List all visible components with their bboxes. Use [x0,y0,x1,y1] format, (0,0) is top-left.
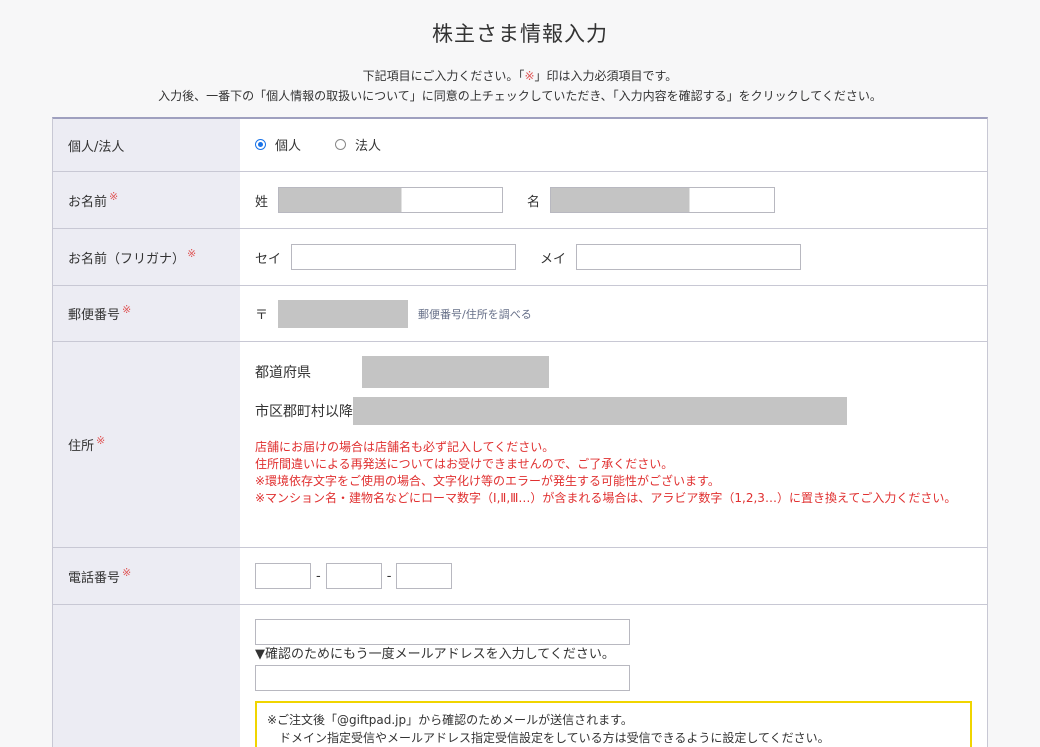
row-phone: 電話番号 ※ - - [53,548,987,605]
email-notice-line-2: ドメイン指定受信やメールアドレス指定受信設定をしている方は受信できるように設定し… [267,731,830,745]
label-address: 住所 ※ [53,342,240,547]
page-title: 株主さま情報入力 [432,22,608,46]
last-name-label: 姓 [255,194,269,210]
required-mark: ※ [524,69,535,83]
phone-input-2[interactable] [325,563,382,589]
city-input[interactable] [353,397,847,425]
required-mark: ※ [122,565,132,579]
address-notice-4: ※マンション名・建物名などにローマ数字（Ⅰ,Ⅱ,Ⅲ…）が含まれる場合は、アラビア… [255,491,957,505]
kana-first-label: メイ [540,251,567,267]
cell-kana: セイ メイ [240,229,987,285]
cell-phone: - - [240,548,987,604]
kana-last-input[interactable] [291,244,517,270]
phone-separator: - [316,568,321,584]
row-name: お名前 ※ 姓 名 [53,172,987,229]
kana-last-label: セイ [255,251,282,267]
email-notice-line-1: ※ご注文後「@giftpad.jp」から確認のためメールが送信されます。 [267,713,633,727]
postal-lookup-link[interactable]: 郵便番号/住所を調べる [418,306,532,322]
cell-type: 個人 法人 [240,119,987,171]
email-input[interactable] [255,619,630,645]
address-notice-3: ※環境依存文字をご使用の場合、文字化け等のエラーが発生する可能性がございます。 [255,474,720,488]
required-mark: ※ [187,246,197,260]
pref-label: 都道府県 [255,365,311,381]
pref-select[interactable] [362,356,549,388]
city-label: 市区郡町村以降 [255,404,353,420]
email-confirm-hint: ▼確認のためにもう一度メールアドレスを入力してください。 [255,647,615,662]
address-notice-2: 住所間違いによる再発送についてはお受けできませんので、ご了承ください。 [255,457,674,471]
required-mark: ※ [96,434,106,447]
address-notice-1: 店舗にお届けの場合は店舗名も必ず記入してください。 [255,440,555,454]
intro-text: 下記項目にご入力ください。「※」印は入力必須項目です。 入力後、一番下の「個人情… [0,66,1040,106]
kana-first-input[interactable] [576,244,802,270]
cell-postal: 〒 郵便番号/住所を調べる [240,286,987,341]
intro-line-1: 下記項目にご入力ください。「※」印は入力必須項目です。 [362,69,678,83]
radio-corporation-dot[interactable] [335,139,347,150]
pref-line: 都道府県 [255,356,987,388]
postal-input[interactable] [278,299,409,328]
city-line: 市区郡町村以降 [255,395,987,427]
first-name-input[interactable] [550,187,776,213]
row-kana: お名前（フリガナ） ※ セイ メイ [53,229,987,286]
label-name: お名前 ※ [53,172,240,228]
address-notices: 店舗にお届けの場合は店舗名も必ず記入してください。 住所間違いによる再発送につい… [255,439,975,507]
required-mark: ※ [109,189,119,203]
required-mark: ※ [122,303,132,316]
radio-corporation[interactable]: 法人 [335,135,381,154]
postal-prefix: 〒 [255,308,269,323]
cell-email: ▼確認のためにもう一度メールアドレスを入力してください。 ※ご注文後「@gift… [240,605,987,747]
label-postal: 郵便番号 ※ [53,286,240,341]
label-email [53,605,240,747]
row-email: ▼確認のためにもう一度メールアドレスを入力してください。 ※ご注文後「@gift… [53,605,987,747]
label-type: 個人/法人 [53,119,240,171]
email-notice-box: ※ご注文後「@giftpad.jp」から確認のためメールが送信されます。 ドメイ… [255,701,972,747]
intro-line-2: 入力後、一番下の「個人情報の取扱いについて」に同意の上チェックしていただき、「入… [158,89,882,103]
phone-input-3[interactable] [396,563,453,589]
radio-individual[interactable]: 個人 [255,135,301,154]
last-name-input[interactable] [278,187,504,213]
first-name-label: 名 [527,194,541,210]
radio-individual-dot[interactable] [255,139,266,150]
row-address: 住所 ※ 都道府県 市区郡町村以降 店舗にお届けの場合は店舗名も必ず記入してくださ… [53,342,987,548]
shareholder-form: 個人/法人 個人 法人 お名前※ 姓 名 お名前（フリガナ）※ セイ メイ [52,117,988,747]
phone-separator: - [386,568,392,584]
email-confirm-input[interactable] [255,665,630,691]
row-postal: 郵便番号 ※ 〒 郵便番号/住所を調べる [53,286,987,342]
cell-name: 姓 名 [240,172,987,228]
label-phone: 電話番号 ※ [53,548,240,604]
cell-address: 都道府県 市区郡町村以降 店舗にお届けの場合は店舗名も必ず記入してください。 住… [240,342,987,547]
phone-input-1[interactable] [255,563,311,589]
row-type: 個人/法人 個人 法人 [53,119,987,172]
label-kana: お名前（フリガナ） ※ [53,229,240,285]
